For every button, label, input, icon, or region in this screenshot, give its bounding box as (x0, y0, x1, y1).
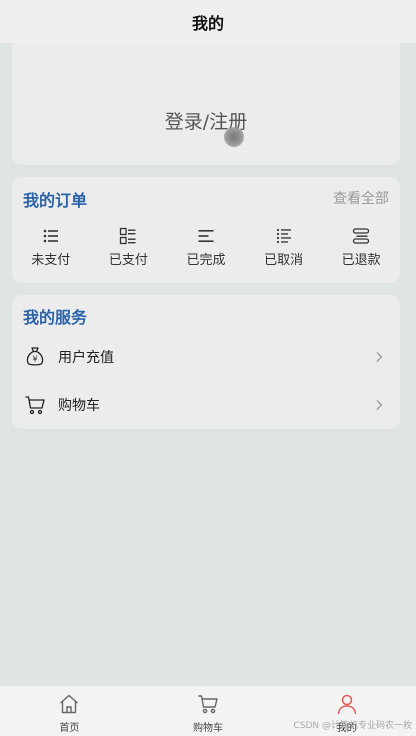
profile-page: 我的 登录/注册 我的订单 查看全部 未支付 已支付 已完成 已取消 已退款 我… (0, 0, 416, 736)
order-status-refunded[interactable]: 已退款 (326, 227, 396, 271)
touch-cursor-indicator (224, 127, 244, 147)
cart-icon (198, 695, 218, 714)
stack-icon (353, 228, 370, 244)
order-status-label: 已退款 (341, 253, 381, 268)
user-icon (337, 694, 356, 715)
orders-title: 我的订单 (23, 191, 88, 210)
align-lines-icon (198, 230, 214, 242)
svg-text:¥: ¥ (32, 355, 37, 364)
order-status-label: 已取消 (264, 253, 304, 268)
services-title: 我的服务 (23, 308, 88, 327)
chevron-right-icon (376, 352, 383, 362)
my-services-card: 我的服务 ¥ 用户充值 购物车 (12, 295, 400, 429)
chevron-right-icon (376, 400, 383, 410)
service-item-cart[interactable]: 购物车 (12, 385, 400, 425)
order-status-paid[interactable]: 已支付 (93, 227, 163, 271)
order-status-label: 已支付 (108, 253, 148, 268)
money-bag-icon: ¥ (26, 347, 44, 366)
home-icon (60, 694, 79, 714)
service-item-recharge[interactable]: ¥ 用户充值 (12, 337, 400, 377)
cart-icon (25, 396, 45, 415)
order-status-unpaid[interactable]: 未支付 (16, 227, 86, 271)
my-orders-card: 我的订单 查看全部 未支付 已支付 已完成 已取消 已退款 (12, 177, 400, 283)
checklist-icon (276, 228, 291, 244)
view-all-orders-link[interactable]: 查看全部 (333, 188, 389, 208)
login-register-link[interactable]: 登录/注册 (12, 107, 400, 134)
service-label: 用户充值 (58, 350, 114, 366)
top-header: 我的 (0, 0, 416, 43)
login-card[interactable]: 登录/注册 (12, 43, 400, 165)
grid-list-icon (120, 227, 136, 245)
tab-label: 首页 (59, 723, 80, 734)
order-status-label: 未支付 (31, 253, 71, 268)
order-status-row: 未支付 已支付 已完成 已取消 已退款 (12, 227, 400, 271)
order-status-completed[interactable]: 已完成 (171, 227, 241, 271)
tab-label: 购物车 (192, 723, 223, 734)
tab-home[interactable]: 首页 (19, 686, 119, 736)
watermark: CSDN @计算机专业码农一枚 (293, 721, 412, 731)
order-status-label: 已完成 (186, 253, 226, 268)
page-title: 我的 (191, 13, 224, 33)
tab-cart[interactable]: 购物车 (158, 686, 258, 736)
service-label: 购物车 (58, 398, 100, 414)
list-icon (43, 229, 58, 243)
order-status-cancelled[interactable]: 已取消 (249, 227, 319, 271)
